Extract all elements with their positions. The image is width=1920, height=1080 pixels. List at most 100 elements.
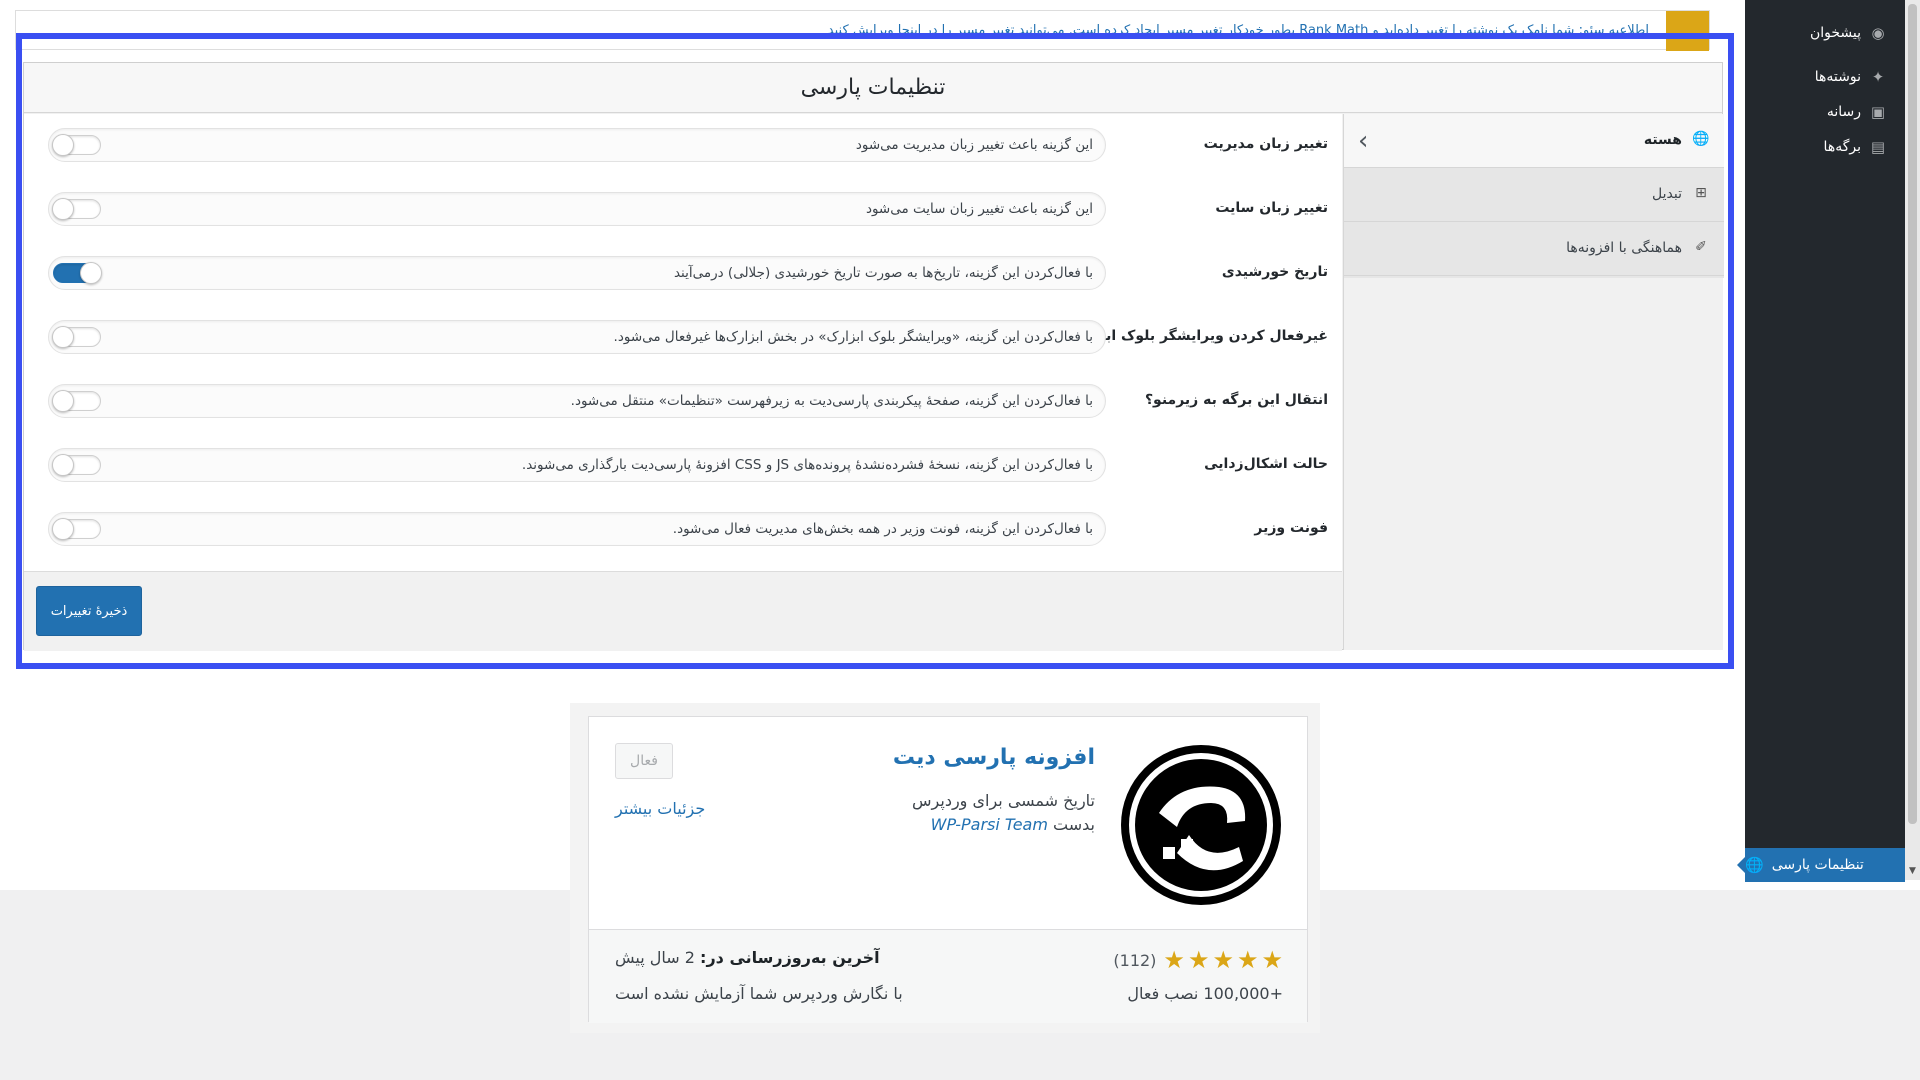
active-status-button[interactable]: فعال	[615, 743, 673, 779]
rating: (112) ★ ★ ★ ★ ★	[1113, 948, 1283, 972]
settings-content: تغییر زبان مدیریت این گزینه باعث تغییر ز…	[24, 114, 1342, 571]
setting-row-submenu: انتقال این برگه به زیرمنو؟ با فعال‌کردن …	[24, 370, 1342, 434]
settings-tabs: 🌐 هسته ‹ ⊞ تبدیل ✐ هماهنگی با افزونه‌ها	[1343, 114, 1724, 650]
solar-date-toggle[interactable]	[53, 262, 102, 284]
plugin-card-top: افزونه پارسی دیت تاریخ شمسی برای وردپرس …	[589, 717, 1307, 929]
setting-row-site-language: تغییر زبان سایت این گزینه باعث تغییر زبا…	[24, 178, 1342, 242]
star-icon: ★	[1187, 946, 1210, 974]
toggle-knob	[52, 390, 74, 412]
active-indicator	[1737, 857, 1745, 873]
scrollbar-thumb[interactable]	[1908, 4, 1917, 824]
toggle-knob	[52, 326, 74, 348]
debug-toggle[interactable]	[52, 454, 101, 476]
site-language-toggle[interactable]	[52, 198, 101, 220]
author-prefix: بدست	[1053, 815, 1095, 834]
author-link[interactable]: WP-Parsi Team	[931, 815, 1048, 834]
sidebar-item-media[interactable]: ▣ رسانه	[1827, 103, 1887, 121]
setting-field: با فعال‌کردن این گزینه، نسخهٔ فشرده‌نشده…	[48, 448, 1106, 482]
plugin-name[interactable]: افزونه پارسی دیت	[893, 745, 1095, 770]
star-icon: ★	[1261, 946, 1283, 974]
more-details-link[interactable]: جزئیات بیشتر	[615, 799, 705, 818]
setting-description: با فعال‌کردن این گزینه، صفحهٔ پیکربندی پ…	[570, 393, 1093, 409]
sidebar-item-label: پیشخوان	[1809, 25, 1861, 41]
plugin-card: افزونه پارسی دیت تاریخ شمسی برای وردپرس …	[588, 716, 1308, 1023]
setting-row-vazir-font: فونت وزیر با فعال‌کردن این گزینه، فونت و…	[24, 498, 1342, 562]
setting-field: با فعال‌کردن این گزینه، «ویرایشگر بلوک ا…	[48, 320, 1106, 354]
scroll-down-icon[interactable]: ▼	[1909, 866, 1916, 876]
setting-description: با فعال‌کردن این گزینه، «ویرایشگر بلوک ا…	[613, 329, 1093, 345]
setting-label: انتقال این برگه به زیرمنو؟	[1144, 392, 1328, 408]
plugin-icon: ✐	[1695, 239, 1707, 255]
setting-field: این گزینه باعث تغییر زبان مدیریت می‌شود	[48, 128, 1106, 162]
setting-description: با فعال‌کردن این گزینه، تاریخ‌ها به صورت…	[673, 265, 1093, 281]
globe-icon: 🌐	[1692, 131, 1710, 147]
setting-description: این گزینه باعث تغییر زبان مدیریت می‌شود	[855, 137, 1093, 153]
vazir-font-toggle[interactable]	[52, 518, 101, 540]
setting-label: تغییر زبان سایت	[1215, 200, 1328, 216]
sidebar-item-label: رسانه	[1826, 104, 1861, 120]
tab-label: هماهنگی با افزونه‌ها	[1566, 240, 1682, 256]
star-icon: ★	[1212, 946, 1234, 974]
tab-plugins-compat[interactable]: ✐ هماهنگی با افزونه‌ها	[1344, 222, 1724, 276]
setting-label: غیرفعال کردن ویرایشگر بلوک ابزارک	[1070, 328, 1328, 344]
tab-core[interactable]: 🌐 هسته ‹	[1344, 114, 1724, 168]
sidebar-item-posts[interactable]: ✦ نوشته‌ها	[1815, 68, 1887, 86]
updated-label: آخرین به‌روزرسانی در:	[700, 948, 880, 967]
settings-panel: تنظیمات پارسی تغییر زبان مدیریت این گزین…	[23, 62, 1724, 651]
setting-row-widget-block-editor: غیرفعال کردن ویرایشگر بلوک ابزارک با فعا…	[24, 306, 1342, 370]
setting-label: تاریخ خورشیدی	[1221, 264, 1328, 280]
toggle-knob	[52, 134, 74, 156]
rating-count: (112)	[1113, 950, 1157, 970]
page-scrollbar[interactable]: ▼	[1905, 0, 1920, 880]
toggle-knob	[80, 262, 102, 284]
setting-label: حالت اشکال‌زدایی	[1204, 456, 1328, 472]
setting-label: فونت وزیر	[1254, 520, 1328, 536]
plugin-description: تاریخ شمسی برای وردپرس	[912, 791, 1095, 810]
notice-text: اطلاعیه سئو: شما نامک یک نوشته را تغییر …	[827, 23, 1649, 38]
setting-description: با فعال‌کردن این گزینه، نسخهٔ فشرده‌نشده…	[521, 457, 1093, 473]
tab-label: هسته	[1643, 132, 1682, 148]
chevron-left-icon: ‹	[1358, 126, 1369, 156]
sidebar-item-parsi-settings[interactable]: تنظیمات پارسی 🌐	[1737, 848, 1905, 882]
pin-icon: ✦	[1871, 68, 1885, 86]
save-button[interactable]: ذخیرهٔ تغییرات	[36, 586, 142, 636]
sidebar-item-label: برگه‌ها	[1823, 139, 1861, 155]
widget-block-editor-toggle[interactable]	[52, 326, 101, 348]
plugin-author: بدست WP-Parsi Team	[931, 815, 1095, 834]
compatibility-note: با نگارش وردپرس شما آزمایش نشده است	[615, 984, 903, 1003]
media-icon: ▣	[1870, 103, 1886, 121]
submenu-toggle[interactable]	[52, 390, 101, 412]
wp-parsi-logo	[1121, 745, 1281, 905]
setting-description: این گزینه باعث تغییر زبان سایت می‌شود	[865, 201, 1093, 217]
pages-icon: ▤	[1870, 138, 1886, 156]
setting-description: با فعال‌کردن این گزینه، فونت وزیر در همه…	[672, 521, 1093, 537]
notice-accent	[1666, 11, 1709, 51]
tab-convert[interactable]: ⊞ تبدیل	[1344, 168, 1724, 222]
sidebar-item-label: نوشته‌ها	[1814, 69, 1861, 85]
setting-field: با فعال‌کردن این گزینه، تاریخ‌ها به صورت…	[48, 256, 1106, 290]
setting-field: این گزینه باعث تغییر زبان سایت می‌شود	[48, 192, 1106, 226]
seo-notice: اطلاعیه سئو: شما نامک یک نوشته را تغییر …	[15, 10, 1710, 51]
updated-value: 2 سال پیش	[615, 948, 695, 967]
setting-field: با فعال‌کردن این گزینه، فونت وزیر در همه…	[48, 512, 1106, 546]
panel-header: تنظیمات پارسی	[24, 63, 1722, 113]
sidebar-item-pages[interactable]: ▤ برگه‌ها	[1824, 138, 1887, 156]
toggle-knob	[52, 518, 74, 540]
admin-language-toggle[interactable]	[52, 134, 101, 156]
star-icon: ★	[1236, 946, 1259, 974]
setting-label: تغییر زبان مدیریت	[1203, 136, 1328, 152]
globe-icon: 🌐	[1745, 856, 1764, 874]
page-title: تنظیمات پارسی	[800, 75, 946, 100]
last-updated: آخرین به‌روزرسانی در: 2 سال پیش	[615, 948, 880, 967]
save-area: ذخیرهٔ تغییرات	[24, 571, 1342, 651]
tab-label: تبدیل	[1652, 186, 1682, 202]
sidebar-item-label: تنظیمات پارسی	[1771, 857, 1864, 873]
dashboard-icon: ◉	[1871, 24, 1885, 42]
toggle-knob	[52, 198, 74, 220]
active-installs: +100,000 نصب فعال	[1127, 984, 1283, 1003]
setting-row-admin-language: تغییر زبان مدیریت این گزینه باعث تغییر ز…	[24, 114, 1342, 178]
toggle-knob	[52, 454, 74, 476]
setting-field: با فعال‌کردن این گزینه، صفحهٔ پیکربندی پ…	[48, 384, 1106, 418]
setting-row-debug: حالت اشکال‌زدایی با فعال‌کردن این گزینه،…	[24, 434, 1342, 498]
sidebar-item-dashboard[interactable]: ◉ پیشخوان	[1810, 24, 1887, 42]
